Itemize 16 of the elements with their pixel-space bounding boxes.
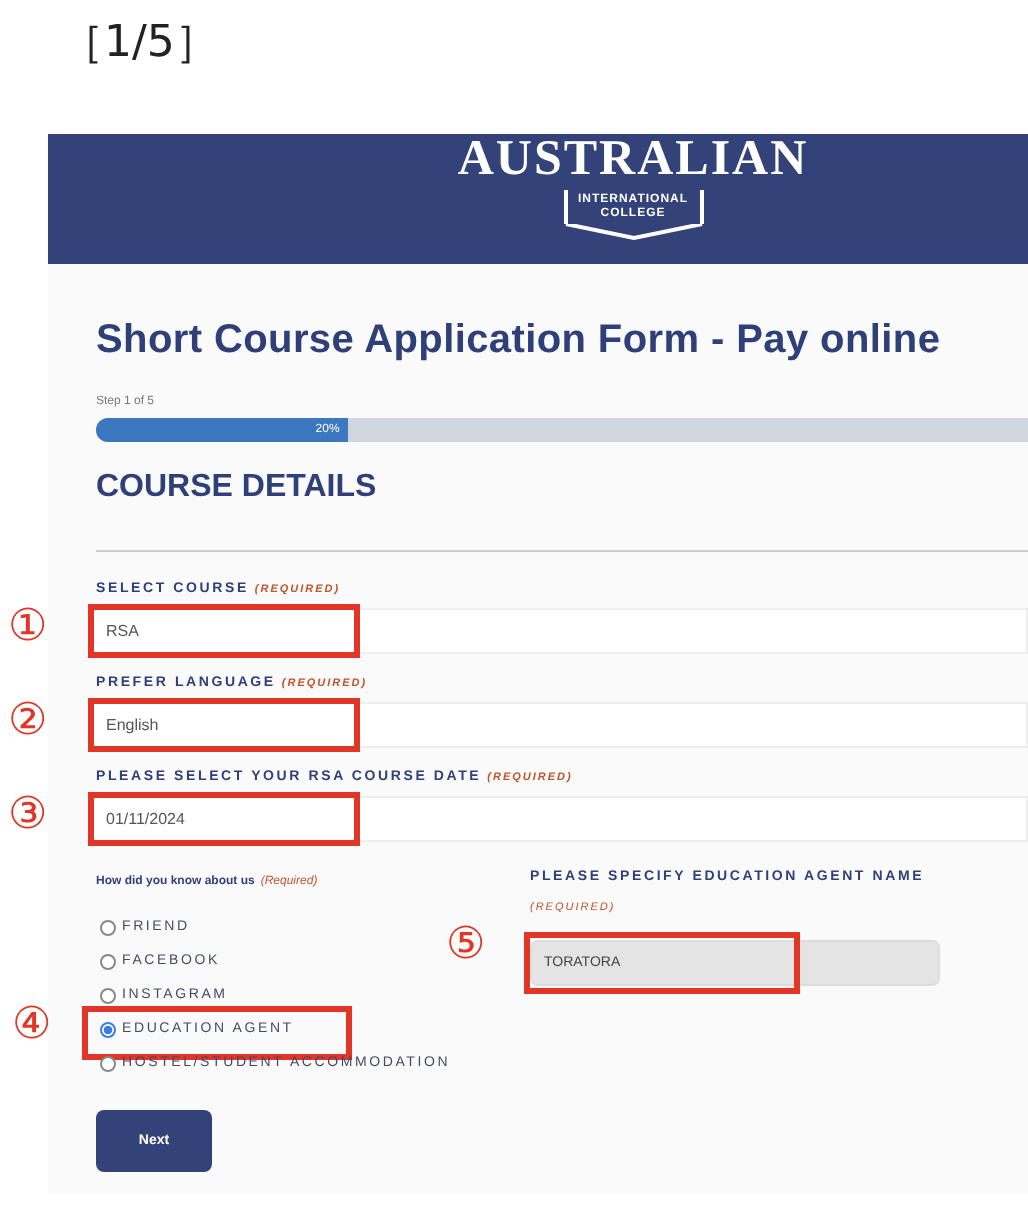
annotation-number: ③ [8,790,48,842]
input-field[interactable]: RSA [88,608,1028,654]
annotation-number: ⑤ [446,918,486,970]
radio-button[interactable] [100,919,116,935]
radio-button[interactable] [100,1021,116,1037]
page-counter: ［1/5］ [58,16,221,72]
radio-button[interactable] [100,987,116,1003]
section-title: COURSE DETAILS [96,470,379,506]
logo-text: AUSTRALIAN [457,134,809,186]
annotation-number: ② [8,696,48,748]
annotation-number: ① [8,602,48,654]
input-field[interactable]: English [88,702,1028,748]
form-title: Short Course Application Form - Pay online [96,318,943,364]
annotation-number: ④ [12,1000,52,1052]
radio-button[interactable] [100,953,116,969]
input-field[interactable]: 01/11/2024 [88,796,1028,842]
